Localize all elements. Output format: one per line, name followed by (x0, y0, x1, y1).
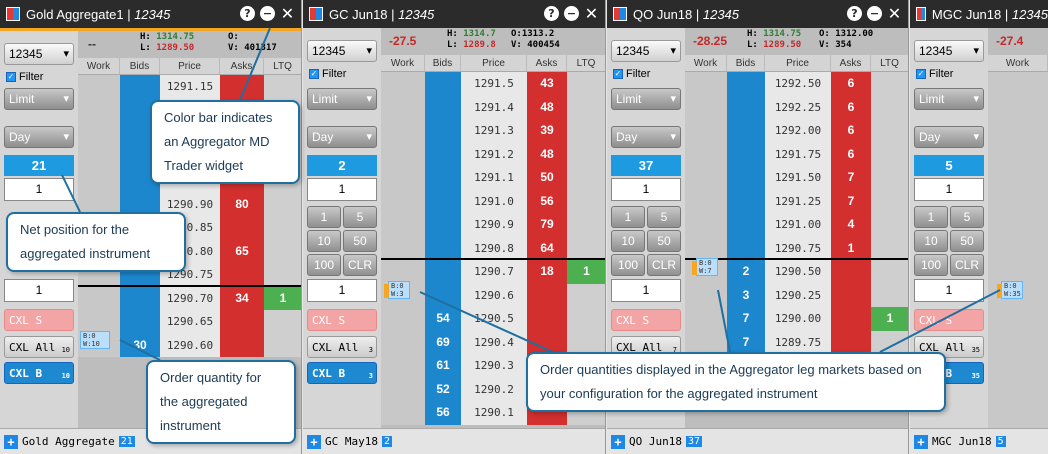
callout-net-position: Net position for the aggregated instrume… (6, 212, 186, 272)
connector-order-qty (119, 339, 161, 361)
callout-leg-orders: Order quantities displayed in the Aggreg… (526, 352, 946, 412)
connector-net-position (61, 174, 81, 213)
callout-color-bar: Color bar indicates an Aggregator MD Tra… (150, 100, 300, 184)
connector-qo (717, 289, 731, 353)
connector-gc (419, 291, 571, 361)
callout-order-quantity: Order quantity for the aggregated instru… (146, 360, 296, 444)
connector-color-bar (239, 27, 271, 101)
connector-mgc (879, 289, 1001, 353)
